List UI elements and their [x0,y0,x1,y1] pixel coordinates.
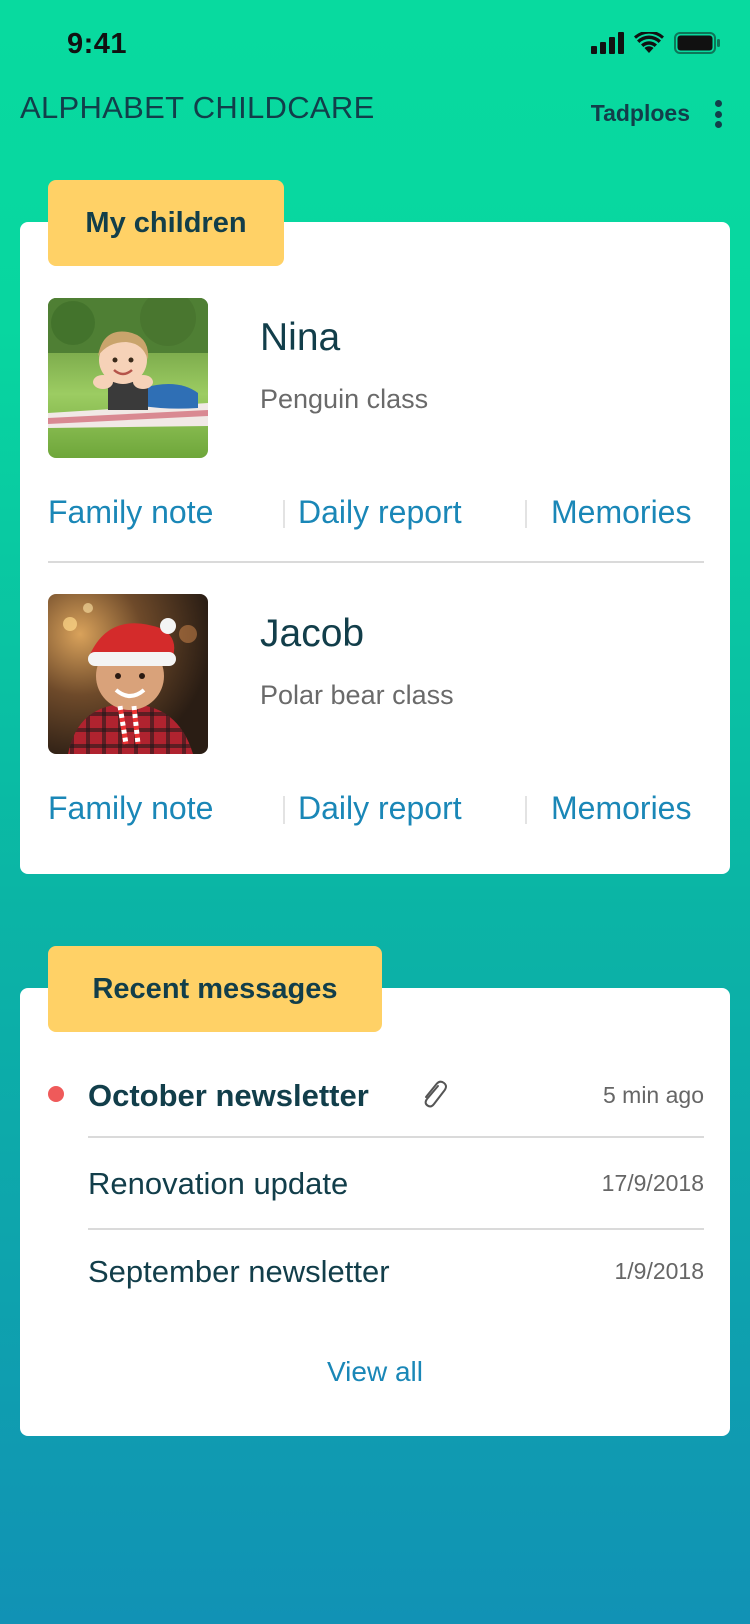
battery-icon [674,32,720,54]
child-links: Family note Daily report Memories [48,494,704,534]
status-icons [591,32,720,54]
link-divider [525,500,527,528]
family-note-link[interactable]: Family note [48,790,213,827]
status-bar: 9:41 [0,0,750,90]
message-time: 17/9/2018 [601,1170,704,1196]
child-class: Polar bear class [260,680,454,710]
status-time: 9:41 [67,28,128,60]
link-divider [283,796,285,824]
message-divider [88,1228,704,1230]
child-name: Jacob [260,612,365,655]
app-title: ALPHABET CHILDCARE [20,90,375,125]
children-card: Nina Penguin class Family note Daily rep… [20,222,730,874]
cellular-signal-icon [591,32,624,54]
child-item-jacob: Jacob Polar bear class Family note Daily… [48,594,704,834]
family-note-link[interactable]: Family note [48,494,213,531]
message-item[interactable]: October newsletter 5 min ago [48,1068,704,1124]
message-item[interactable]: Renovation update 17/9/2018 [88,1156,704,1212]
link-divider [525,796,527,824]
app-header: ALPHABET CHILDCARE Tadploes [0,90,750,130]
message-time: 5 min ago [602,1082,704,1108]
message-title: Renovation update [88,1166,349,1201]
messages-card: October newsletter 5 min ago Renovation … [20,988,730,1436]
view-all-link[interactable]: View all [20,1356,730,1388]
wifi-icon [634,32,664,54]
daily-report-link[interactable]: Daily report [298,790,462,827]
more-vertical-icon[interactable] [706,100,730,128]
recent-messages-tag: Recent messages [48,946,382,1032]
unread-indicator [48,1086,64,1102]
child-item-nina: Nina Penguin class Family note Daily rep… [48,298,704,538]
message-divider [88,1136,704,1138]
memories-link[interactable]: Memories [551,790,691,827]
child-class: Penguin class [260,384,429,414]
daily-report-link[interactable]: Daily report [298,494,462,531]
message-time: 1/9/2018 [614,1258,704,1284]
account-name[interactable]: Tadploes [591,100,690,127]
link-divider [283,500,285,528]
child-photo-jacob[interactable] [48,594,208,754]
paperclip-icon [418,1078,448,1112]
child-name: Nina [260,316,341,359]
child-photo-nina[interactable] [48,298,208,458]
message-title: September newsletter [88,1254,390,1289]
my-children-tag: My children [48,180,284,266]
child-divider [48,561,704,563]
message-item[interactable]: September newsletter 1/9/2018 [88,1244,704,1300]
child-links: Family note Daily report Memories [48,790,704,830]
memories-link[interactable]: Memories [551,494,691,531]
message-title: October newsletter [88,1078,369,1113]
